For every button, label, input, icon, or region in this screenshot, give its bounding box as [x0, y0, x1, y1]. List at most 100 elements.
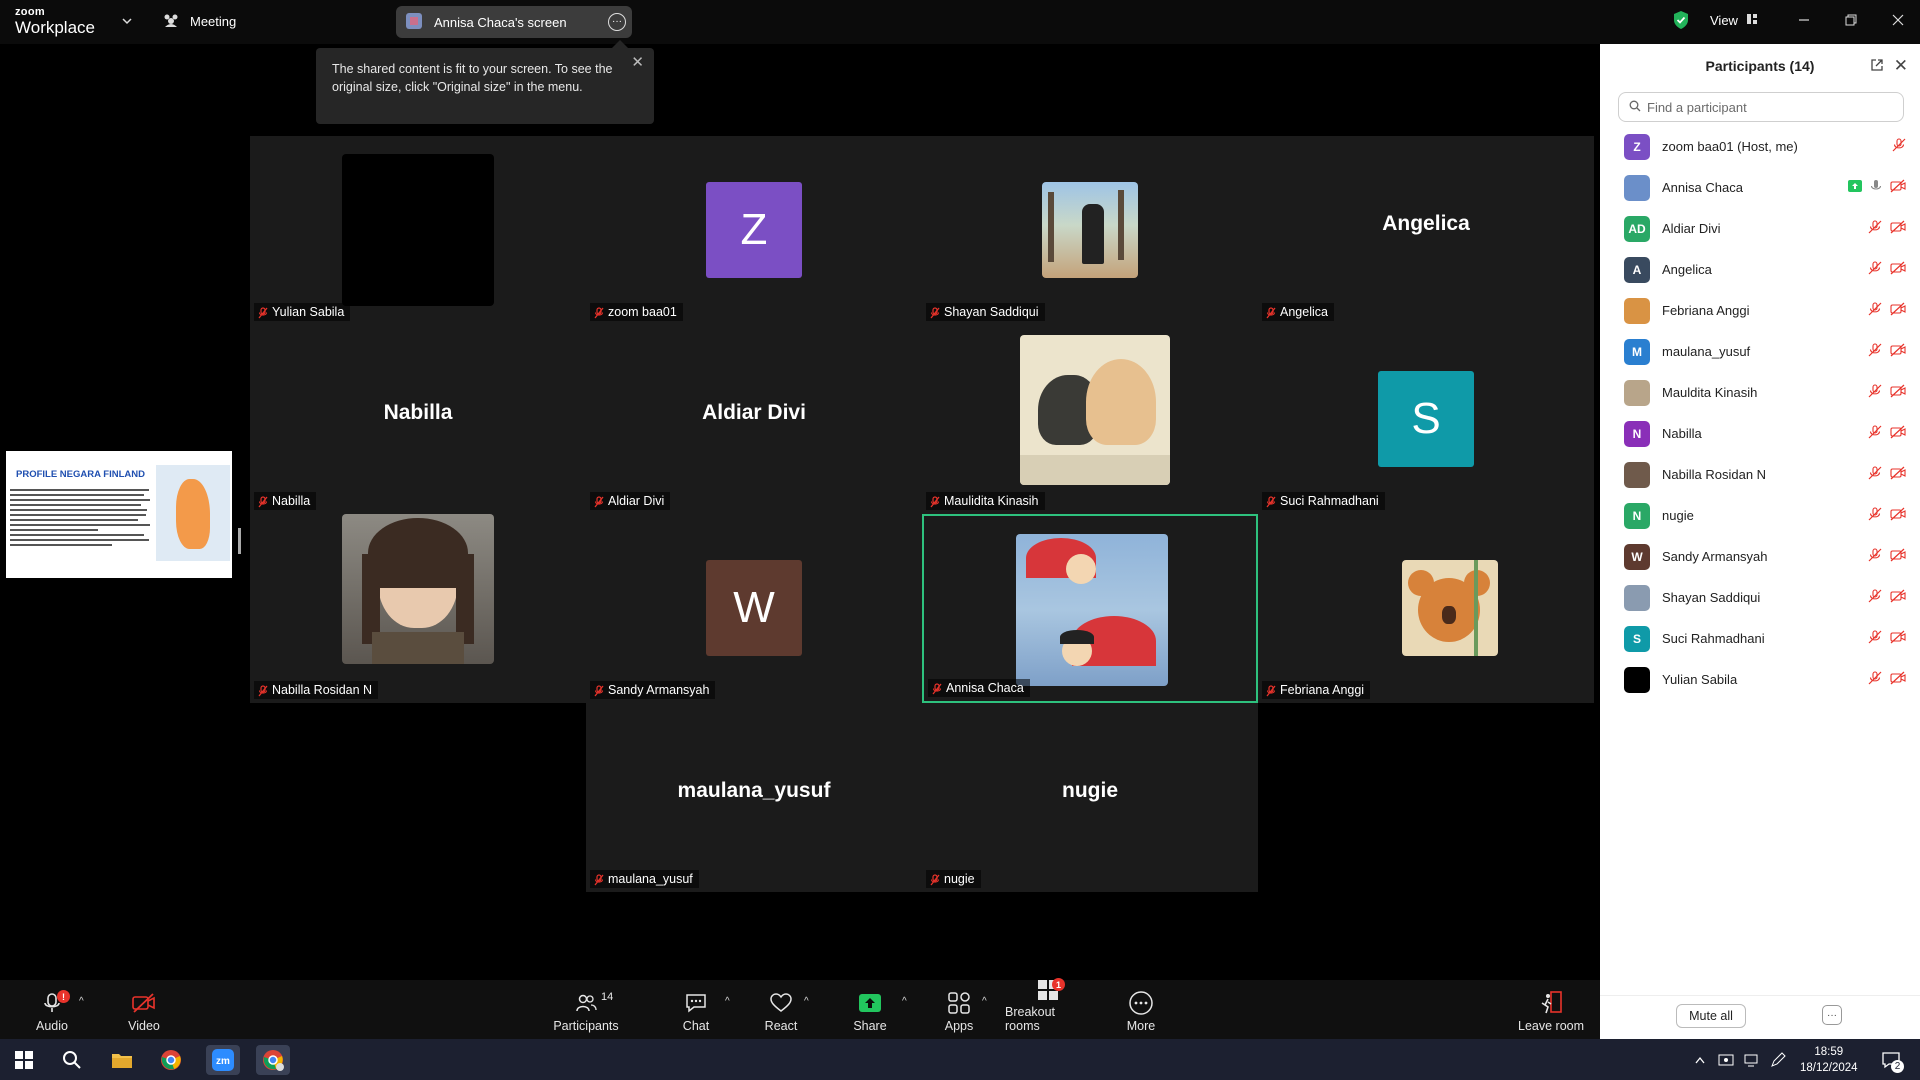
zoom-app-icon[interactable]: zm	[206, 1045, 240, 1075]
restore-icon[interactable]	[1841, 10, 1861, 30]
video-off-icon[interactable]	[1890, 343, 1906, 360]
close-window-icon[interactable]	[1888, 10, 1908, 30]
leave-room-button[interactable]: Leave room	[1518, 980, 1584, 1039]
muted-mic-icon[interactable]	[1868, 507, 1882, 524]
zoom-logo[interactable]: zoom Workplace	[15, 7, 95, 37]
video-off-icon[interactable]	[1890, 220, 1906, 237]
video-tile[interactable]: W Sandy Armansyah	[586, 514, 922, 703]
participant-row[interactable]: W Sandy Armansyah	[1600, 536, 1920, 577]
video-tile[interactable]: Yulian Sabila	[250, 136, 586, 325]
chat-button[interactable]: Chat	[676, 980, 716, 1039]
muted-mic-icon[interactable]	[1868, 548, 1882, 565]
share-options-chevron-icon[interactable]: ^	[902, 996, 907, 1007]
participant-row[interactable]: Annisa Chaca	[1600, 167, 1920, 208]
video-off-icon[interactable]	[1890, 302, 1906, 319]
chrome-icon[interactable]	[156, 1045, 186, 1075]
thumbnail-resize-handle[interactable]	[238, 528, 241, 554]
participant-row[interactable]: Nnugie	[1600, 495, 1920, 536]
minimize-icon[interactable]	[1794, 10, 1814, 30]
video-tile[interactable]: maulana_yusuf maulana_yusuf	[586, 703, 922, 892]
more-button[interactable]: More	[1121, 980, 1161, 1039]
tray-chevron-icon[interactable]	[1690, 1045, 1710, 1075]
muted-mic-icon[interactable]	[1868, 261, 1882, 278]
muted-mic-icon[interactable]	[1868, 220, 1882, 237]
participant-row[interactable]: AD Aldiar Divi	[1600, 208, 1920, 249]
muted-mic-icon[interactable]	[1868, 589, 1882, 606]
video-button[interactable]: Video	[124, 980, 164, 1039]
participants-button[interactable]: 14 Participants	[550, 980, 622, 1039]
muted-mic-icon[interactable]	[1868, 630, 1882, 647]
search-input[interactable]	[1647, 99, 1887, 115]
windows-start-icon[interactable]	[9, 1045, 39, 1075]
taskbar-search-icon[interactable]	[57, 1045, 87, 1075]
muted-mic-icon[interactable]	[1868, 671, 1882, 688]
apps-options-chevron-icon[interactable]: ^	[982, 996, 987, 1007]
participant-row[interactable]: Nabilla Rosidan N	[1600, 454, 1920, 495]
video-tile[interactable]: Zzoom baa01	[586, 136, 922, 325]
video-off-icon[interactable]	[1890, 630, 1906, 647]
participant-row[interactable]: Yulian Sabila	[1600, 659, 1920, 700]
share-more-icon[interactable]: ···	[608, 13, 626, 31]
view-button[interactable]: View	[1710, 13, 1758, 28]
apps-button[interactable]: Apps	[939, 980, 979, 1039]
muted-mic-icon[interactable]	[1868, 425, 1882, 442]
participant-row[interactable]: Febriana Anggi	[1600, 290, 1920, 331]
muted-mic-icon[interactable]	[1868, 302, 1882, 319]
video-off-icon[interactable]	[1890, 548, 1906, 565]
muted-mic-icon[interactable]	[1868, 466, 1882, 483]
video-tile[interactable]: Nabilla Rosidan N	[250, 514, 586, 703]
notifications-icon[interactable]: 2	[1876, 1045, 1906, 1075]
video-tile[interactable]: Angelica Angelica	[1258, 136, 1594, 325]
video-tile[interactable]: nugie nugie	[922, 703, 1258, 892]
system-clock[interactable]: 18:59 18/12/2024	[1800, 1044, 1858, 1076]
video-off-icon[interactable]	[1890, 589, 1906, 606]
audio-options-chevron-icon[interactable]: ^	[79, 996, 84, 1007]
mic-icon[interactable]	[1870, 179, 1882, 196]
video-off-icon[interactable]	[1890, 261, 1906, 278]
video-tile[interactable]: Febriana Anggi	[1258, 514, 1594, 703]
close-icon[interactable]: ✕	[631, 54, 644, 72]
participant-row[interactable]: N Nabilla	[1600, 413, 1920, 454]
chevron-down-icon[interactable]	[122, 14, 132, 29]
video-off-icon[interactable]	[1890, 507, 1906, 524]
muted-mic-icon[interactable]	[1868, 384, 1882, 401]
mute-all-button[interactable]: Mute all	[1676, 1004, 1746, 1028]
muted-mic-icon[interactable]	[1868, 343, 1882, 360]
tray-app-icon[interactable]	[1714, 1045, 1738, 1075]
share-button[interactable]: Share	[850, 980, 890, 1039]
participant-row[interactable]: Shayan Saddiqui	[1600, 577, 1920, 618]
video-off-icon[interactable]	[1890, 466, 1906, 483]
more-options-button[interactable]: ···	[1822, 1005, 1842, 1025]
pen-icon[interactable]	[1766, 1045, 1790, 1075]
network-icon[interactable]	[1740, 1045, 1764, 1075]
close-panel-icon[interactable]: ✕	[1894, 56, 1908, 76]
video-tile[interactable]: Nabilla Nabilla	[250, 325, 586, 514]
video-tile[interactable]: Maulidita Kinasih	[922, 325, 1258, 514]
video-off-icon[interactable]	[1890, 179, 1906, 196]
participant-row[interactable]: Zzoom baa01 (Host, me)	[1600, 126, 1920, 167]
react-options-chevron-icon[interactable]: ^	[804, 996, 809, 1007]
muted-mic-icon[interactable]	[1892, 138, 1906, 155]
participant-row[interactable]: S Suci Rahmadhani	[1600, 618, 1920, 659]
video-off-icon[interactable]	[1890, 384, 1906, 401]
participant-row[interactable]: A Angelica	[1600, 249, 1920, 290]
participant-search[interactable]	[1618, 92, 1904, 122]
file-explorer-icon[interactable]	[107, 1045, 137, 1075]
popout-icon[interactable]	[1870, 58, 1884, 75]
participant-row[interactable]: Mauldita Kinasih	[1600, 372, 1920, 413]
screen-share-selector[interactable]: Annisa Chaca's screen ···	[396, 6, 632, 38]
video-off-icon[interactable]	[1890, 425, 1906, 442]
video-tile[interactable]: Annisa Chaca	[922, 514, 1258, 703]
breakout-rooms-button[interactable]: 1 Breakout rooms	[1005, 978, 1091, 1039]
video-tile[interactable]: S Suci Rahmadhani	[1258, 325, 1594, 514]
security-shield-icon[interactable]	[1672, 10, 1690, 33]
video-tile[interactable]: Aldiar Divi Aldiar Divi	[586, 325, 922, 514]
video-off-icon[interactable]	[1890, 671, 1906, 688]
chrome-profile-icon[interactable]	[256, 1045, 290, 1075]
video-tile[interactable]: Shayan Saddiqui	[922, 136, 1258, 325]
shared-screen-thumbnail[interactable]: PROFILE NEGARA FINLAND	[6, 451, 232, 578]
audio-button[interactable]: ! Audio	[32, 980, 72, 1039]
meeting-menu-button[interactable]: Meeting	[162, 12, 236, 31]
participant-row[interactable]: Mmaulana_yusuf	[1600, 331, 1920, 372]
chat-options-chevron-icon[interactable]: ^	[725, 996, 730, 1007]
